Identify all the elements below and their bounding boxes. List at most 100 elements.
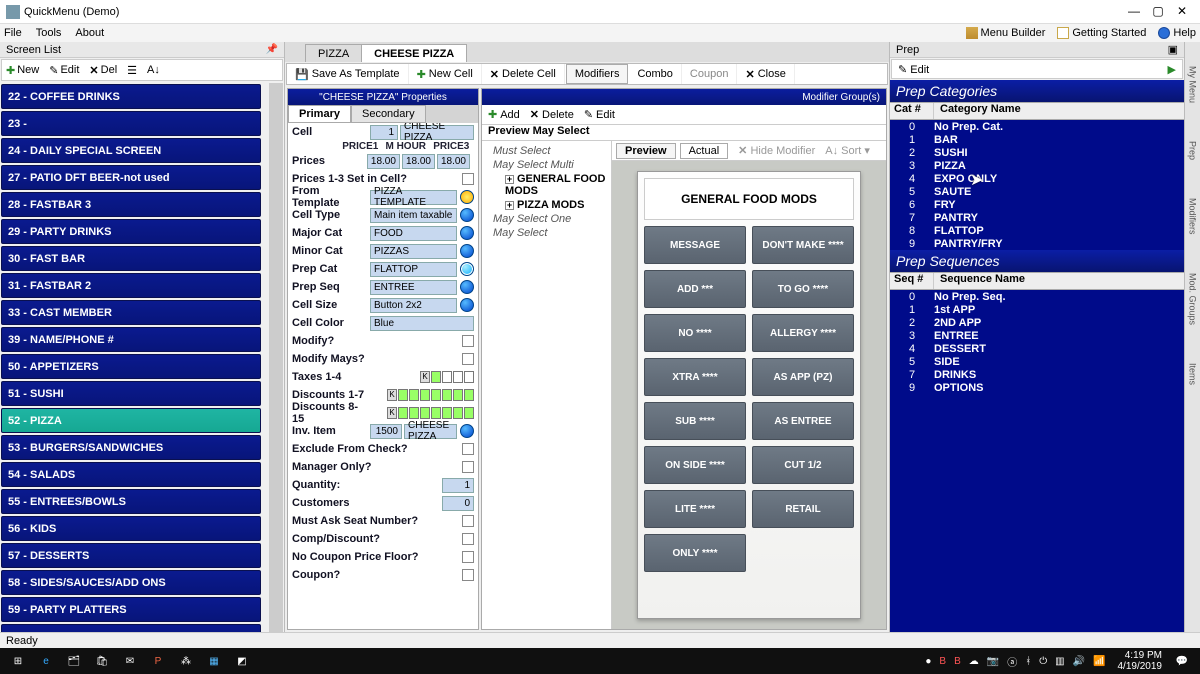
prep-row[interactable]: 0No Prep. Cat.: [890, 120, 1184, 133]
price3-input[interactable]: 18.00: [437, 154, 470, 169]
prep-cat-select[interactable]: FLATTOP: [370, 262, 457, 277]
properties-tab-secondary[interactable]: Secondary: [351, 105, 426, 123]
delete-modifier-button[interactable]: ✕Delete: [530, 108, 574, 121]
cell-type-select[interactable]: Main item taxable: [370, 208, 457, 223]
prep-row[interactable]: 4DESSERT: [890, 342, 1184, 355]
inv-name-input[interactable]: CHEESE PIZZA: [404, 424, 457, 439]
modifier-tree-node[interactable]: May Select Multi: [485, 158, 608, 172]
prep-row[interactable]: 22ND APP: [890, 316, 1184, 329]
customers-input[interactable]: 0: [442, 496, 474, 511]
add-modifier-button[interactable]: ✚Add: [488, 108, 520, 121]
system-tray[interactable]: ●BB☁📷ⓐᚼ⏻▥🔊📶: [919, 654, 1111, 669]
pos-modifier-button[interactable]: ADD ***: [644, 270, 746, 308]
screen-list-item[interactable]: 39 - NAME/PHONE #: [1, 327, 261, 352]
manager-only-checkbox[interactable]: [462, 461, 474, 473]
exclude-checkbox[interactable]: [462, 443, 474, 455]
quantity-input[interactable]: 1: [442, 478, 474, 493]
prep-edit-button[interactable]: ✎ Edit: [898, 63, 929, 76]
prep-row[interactable]: 4EXPO ONLY: [890, 172, 1184, 185]
new-screen-button[interactable]: ✚New: [6, 64, 39, 77]
modifiers-button[interactable]: Modifiers: [566, 64, 629, 84]
price2-input[interactable]: 18.00: [402, 154, 435, 169]
properties-tab-primary[interactable]: Primary: [288, 105, 351, 123]
prices-set-checkbox[interactable]: [462, 173, 474, 185]
app1-icon[interactable]: ⁂: [172, 650, 200, 672]
screen-list-item[interactable]: 54 - SALADS: [1, 462, 261, 487]
tab-pizza[interactable]: PIZZA: [305, 44, 362, 62]
actual-tab[interactable]: Actual: [680, 143, 729, 159]
size-indicator[interactable]: [460, 298, 474, 312]
prep-row[interactable]: 9OPTIONS: [890, 381, 1184, 394]
comp-checkbox[interactable]: [462, 533, 474, 545]
list-view-icon[interactable]: ☰: [127, 64, 137, 77]
inv-indicator[interactable]: [460, 424, 474, 438]
pos-modifier-button[interactable]: AS APP (PZ): [752, 358, 854, 396]
menu-about[interactable]: About: [75, 27, 104, 39]
cell-color-select[interactable]: Blue: [370, 316, 474, 331]
pos-modifier-button[interactable]: TO GO ****: [752, 270, 854, 308]
from-template-select[interactable]: PIZZA TEMPLATE: [370, 190, 457, 205]
sort-button[interactable]: A↓ Sort ▾: [825, 144, 870, 157]
screen-list-item[interactable]: 23 -: [1, 111, 261, 136]
pos-modifier-button[interactable]: SUB ****: [644, 402, 746, 440]
screen-list-item[interactable]: 30 - FAST BAR: [1, 246, 261, 271]
price1-input[interactable]: 18.00: [367, 154, 400, 169]
pos-modifier-button[interactable]: LITE ****: [644, 490, 746, 528]
modifier-tree-node[interactable]: May Select: [485, 226, 608, 240]
screen-list-item[interactable]: 53 - BURGERS/SANDWICHES: [1, 435, 261, 460]
menu-tools[interactable]: Tools: [36, 27, 62, 39]
notifications-icon[interactable]: 💬: [1168, 650, 1196, 672]
prepseq-indicator[interactable]: [460, 280, 474, 294]
tab-cheese-pizza[interactable]: CHEESE PIZZA: [361, 44, 467, 62]
getting-started-link[interactable]: Getting Started: [1057, 27, 1146, 39]
edit-screen-button[interactable]: ✎Edit: [49, 64, 79, 77]
pos-modifier-button[interactable]: NO ****: [644, 314, 746, 352]
inv-number-input[interactable]: 1500: [370, 424, 402, 439]
template-indicator[interactable]: [460, 190, 474, 204]
prep-sequences-list[interactable]: 0No Prep. Seq.11st APP22ND APP3ENTREE4DE…: [890, 290, 1184, 632]
major-indicator[interactable]: [460, 226, 474, 240]
maximize-button[interactable]: ▢: [1146, 4, 1170, 20]
modifier-tree-node[interactable]: Must Select: [485, 144, 608, 158]
screen-list-item[interactable]: 24 - DAILY SPECIAL SCREEN: [1, 138, 261, 163]
screen-list-item[interactable]: 31 - FASTBAR 2: [1, 273, 261, 298]
pos-modifier-button[interactable]: RETAIL: [752, 490, 854, 528]
delete-cell-button[interactable]: ✕Delete Cell: [482, 64, 565, 84]
prep-row[interactable]: 0No Prep. Seq.: [890, 290, 1184, 303]
pos-modifier-button[interactable]: CUT 1/2: [752, 446, 854, 484]
pos-modifier-button[interactable]: ALLERGY ****: [752, 314, 854, 352]
store-icon[interactable]: 🛍: [88, 650, 116, 672]
screen-list-item[interactable]: 29 - PARTY DRINKS: [1, 219, 261, 244]
cell-name-input[interactable]: CHEESE PIZZA: [400, 125, 474, 140]
menu-builder-link[interactable]: Menu Builder: [966, 27, 1046, 39]
screen-list-item[interactable]: 50 - APPETIZERS: [1, 354, 261, 379]
combo-button[interactable]: Combo: [629, 64, 681, 84]
new-cell-button[interactable]: ✚New Cell: [409, 64, 482, 84]
app2-icon[interactable]: ▦: [200, 650, 228, 672]
screen-list-item[interactable]: 55 - ENTREES/BOWLS: [1, 489, 261, 514]
save-template-button[interactable]: 💾Save As Template: [287, 64, 409, 84]
prep-row[interactable]: 9PANTRY/FRY: [890, 237, 1184, 250]
edge-icon[interactable]: e: [32, 650, 60, 672]
prep-row[interactable]: 1BAR: [890, 133, 1184, 146]
hide-modifier-button[interactable]: ✕ Hide Modifier: [738, 144, 815, 157]
prep-seq-select[interactable]: ENTREE: [370, 280, 457, 295]
sort-icon[interactable]: A↓: [147, 64, 160, 76]
modify-checkbox[interactable]: [462, 335, 474, 347]
modify-mays-checkbox[interactable]: [462, 353, 474, 365]
pos-modifier-button[interactable]: ON SIDE ****: [644, 446, 746, 484]
screen-list-item[interactable]: 33 - CAST MEMBER: [1, 300, 261, 325]
start-button[interactable]: ⊞: [4, 650, 32, 672]
preview-tab[interactable]: Preview: [616, 143, 676, 159]
coupon-checkbox[interactable]: [462, 569, 474, 581]
screen-list-item[interactable]: 52 - PIZZA: [1, 408, 261, 433]
screen-list-item[interactable]: 60 - FOODTOPIA: [1, 624, 261, 632]
close-tab-button[interactable]: ✕Close: [737, 64, 794, 84]
modifier-tree-node[interactable]: +GENERAL FOOD MODS: [485, 172, 608, 198]
pin-icon[interactable]: 📌: [266, 44, 278, 55]
menu-file[interactable]: File: [4, 27, 22, 39]
minor-indicator[interactable]: [460, 244, 474, 258]
prep-row[interactable]: 2SUSHI: [890, 146, 1184, 159]
vtab-modifiers[interactable]: Modifiers: [1188, 194, 1198, 239]
close-button[interactable]: ✕: [1170, 4, 1194, 20]
